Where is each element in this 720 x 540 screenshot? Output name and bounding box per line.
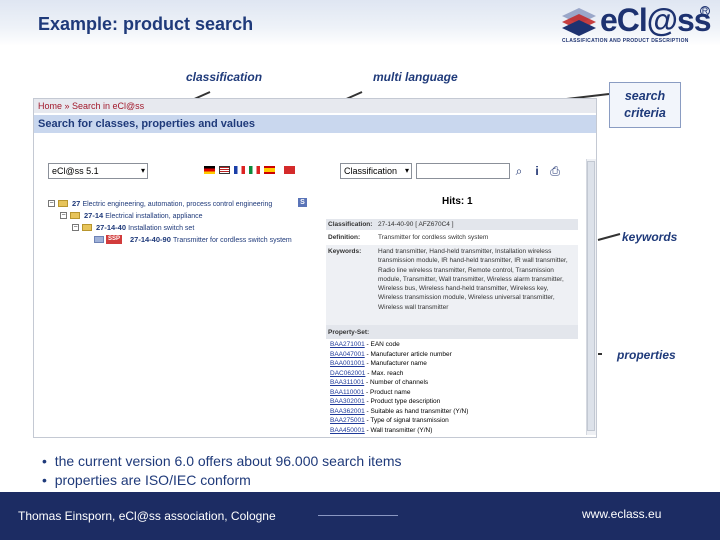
chevron-down-icon: ▾ [404, 166, 409, 175]
callout-multi-language: multi language [373, 70, 458, 84]
collapse-icon[interactable]: − [72, 224, 79, 231]
flag-es-icon[interactable] [264, 166, 275, 174]
collapse-icon[interactable]: − [48, 200, 55, 207]
property-name: Product type description [370, 398, 441, 406]
folder-icon [70, 212, 80, 219]
info-icon[interactable]: i [530, 163, 544, 179]
ssp-badge: SSP [106, 235, 123, 244]
version-select-value: eCl@ss 5.1 [52, 166, 99, 176]
tree-node-27-14[interactable]: 27-14 Electrical installation, appliance [84, 211, 203, 220]
property-name: Max. reach [371, 369, 404, 377]
search-input[interactable] [416, 163, 510, 179]
tree-node-27-14-40[interactable]: 27-14-40 Installation switch set [96, 223, 194, 232]
scrollbar-thumb[interactable] [587, 161, 595, 431]
callout-keywords: keywords [622, 230, 678, 244]
eclass-search-screenshot: Home » Search in eCl@ss Search for class… [33, 98, 597, 438]
property-row: DAC062001 - Max. reach [330, 369, 404, 377]
property-code-link[interactable]: BAA311001 [330, 379, 364, 386]
property-code-link[interactable]: DAC062001 [330, 370, 365, 377]
property-row: BAA362001 - Suitable as hand transmitter… [330, 407, 469, 415]
definition-value: Transmitter for cordless switch system [378, 234, 489, 241]
search-criteria-line1: search [624, 89, 666, 103]
print-icon[interactable]: ⎙ [548, 163, 562, 179]
search-icon[interactable]: ⌕ [512, 163, 526, 179]
bullet-item: • properties are ISO/IEC conform [42, 472, 251, 488]
version-select[interactable]: eCl@ss 5.1 ▾ [48, 163, 148, 179]
breadcrumb[interactable]: Home » Search in eCl@ss [34, 99, 596, 113]
tree-node-27-14-40-90[interactable]: 27-14-40-90 Transmitter for cordless swi… [130, 235, 292, 244]
bullet-list: • the current version 6.0 offers about 9… [42, 452, 402, 490]
property-row: BAA311001 - Number of channels [330, 379, 429, 387]
property-name: Manufacturer article number [370, 350, 452, 358]
section-title: Search for classes, properties and value… [34, 115, 596, 133]
footer-divider [318, 515, 398, 516]
property-code-link[interactable]: BAA275001 [330, 417, 365, 424]
definition-label: Definition: [328, 234, 361, 241]
property-name: Type of signal transmission [370, 417, 449, 425]
property-row: BAA047001 - Manufacturer article number [330, 350, 452, 358]
property-row: BAA275001 - Type of signal transmission [330, 417, 449, 425]
property-code-link[interactable]: BAA302001 [330, 398, 365, 405]
property-row: BAA001001 - Manufacturer name [330, 360, 427, 368]
callout-search-criteria: search criteria [609, 82, 681, 128]
footer-author: Thomas Einsporn, eCl@ss association, Col… [18, 509, 276, 523]
document-icon [94, 236, 104, 243]
flag-en-icon[interactable] [219, 166, 230, 174]
collapse-icon[interactable]: − [60, 212, 67, 219]
search-badge-icon: S [298, 198, 307, 207]
property-name: Suitable as hand transmitter (Y/N) [370, 407, 469, 415]
property-name: EAN code [370, 341, 400, 348]
chevron-down-icon: ▾ [140, 166, 145, 175]
property-list: BAA271001 - EAN code BAA047001 - Manufact… [330, 340, 468, 435]
property-row: BAA110001 - Product name [330, 388, 411, 396]
tree-node-27[interactable]: 27 Electric engineering, automation, pro… [72, 199, 272, 208]
callout-properties: properties [617, 348, 676, 362]
keywords-value: Hand transmitter, Hand-held transmitter,… [378, 248, 568, 311]
property-code-link[interactable]: BAA047001 [330, 351, 365, 358]
property-code-link[interactable]: BAA001001 [330, 360, 365, 367]
property-row: BAA450001 - Wall transmitter (Y/N) [330, 426, 433, 434]
property-code-link[interactable]: BAA271001 [330, 341, 365, 348]
property-code-link[interactable]: BAA110001 [330, 389, 364, 396]
flag-de-icon[interactable] [204, 166, 215, 174]
footer-url[interactable]: www.eclass.eu [582, 507, 661, 521]
property-row: BAA302001 - Product type description [330, 398, 441, 406]
propset-label: Property-Set: [328, 329, 370, 336]
folder-icon [58, 200, 68, 207]
flag-cn-icon[interactable] [284, 166, 295, 174]
class-detail-panel: Classification: 27-14-40-90 [ AFZ670C4 ]… [326, 219, 578, 435]
flag-fr-icon[interactable] [234, 166, 245, 174]
hits-count: Hits: 1 [442, 196, 473, 207]
callout-classification: classification [186, 70, 263, 84]
folder-icon [82, 224, 92, 231]
property-name: Wall transmitter (Y/N) [370, 426, 433, 434]
classification-value: 27-14-40-90 [ AFZ670C4 ] [378, 221, 454, 228]
search-criteria-line2: criteria [624, 106, 666, 120]
property-name: Product name [370, 388, 411, 396]
property-name: Number of channels [370, 379, 429, 387]
keywords-label: Keywords: [328, 248, 362, 255]
search-mode-value: Classification [344, 166, 398, 176]
property-code-link[interactable]: BAA362001 [330, 408, 365, 415]
classification-label: Classification: [328, 221, 373, 228]
bullet-item: • the current version 6.0 offers about 9… [42, 453, 402, 469]
flag-it-icon[interactable] [249, 166, 260, 174]
search-mode-select[interactable]: Classification ▾ [340, 163, 412, 179]
property-name: Manufacturer name [370, 360, 427, 368]
property-code-link[interactable]: BAA450001 [330, 427, 365, 434]
property-row: BAA271001 - EAN code [330, 341, 400, 348]
